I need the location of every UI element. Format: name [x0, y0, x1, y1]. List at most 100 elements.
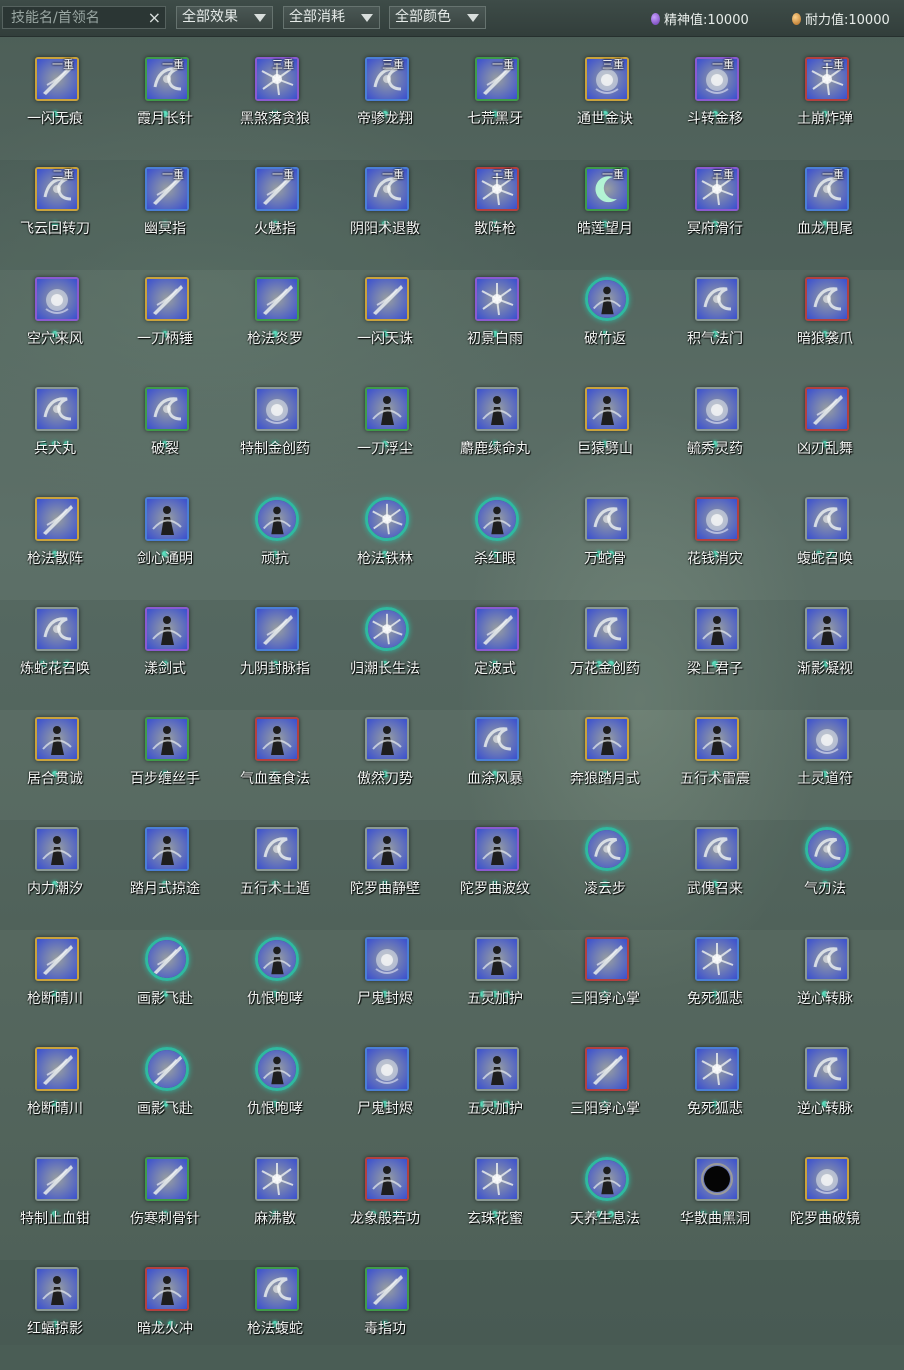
skill-cell[interactable]: 枪法散阵: [0, 490, 110, 600]
skill-cell[interactable]: 一重 皓莲望月: [550, 160, 660, 270]
skill-icon[interactable]: [145, 1157, 189, 1201]
skill-cell[interactable]: 五灵加护: [440, 1040, 550, 1150]
skill-icon[interactable]: [145, 607, 189, 651]
skill-icon[interactable]: [365, 387, 409, 431]
skill-icon[interactable]: [695, 717, 739, 761]
skill-icon[interactable]: [695, 607, 739, 651]
skill-icon[interactable]: [695, 387, 739, 431]
skill-cell[interactable]: 初景白雨: [440, 270, 550, 380]
skill-cell[interactable]: 五灵加护: [440, 930, 550, 1040]
skill-icon[interactable]: [35, 827, 79, 871]
skill-cell[interactable]: 逆心转脉: [770, 1040, 880, 1150]
skill-cell[interactable]: 兵犬丸: [0, 380, 110, 490]
skill-icon[interactable]: [475, 277, 519, 321]
skill-cell[interactable]: 空穴来风: [0, 270, 110, 380]
skill-icon[interactable]: [365, 1047, 409, 1091]
skill-icon[interactable]: [255, 937, 299, 981]
clear-icon[interactable]: ×: [148, 7, 161, 28]
skill-icon[interactable]: [365, 1267, 409, 1311]
skill-cell[interactable]: 三重 通世金诀: [550, 50, 660, 160]
skill-icon[interactable]: [805, 1047, 849, 1091]
skill-icon[interactable]: [255, 717, 299, 761]
skill-cell[interactable]: 武傀召来: [660, 820, 770, 930]
skill-icon[interactable]: [255, 497, 299, 541]
skill-cell[interactable]: 枪法铁林: [330, 490, 440, 600]
skill-icon[interactable]: [805, 607, 849, 651]
skill-cell[interactable]: 麻沸散: [220, 1150, 330, 1260]
skill-cell[interactable]: 万花金创药: [550, 600, 660, 710]
skill-icon[interactable]: [475, 717, 519, 761]
color-filter-dropdown[interactable]: 全部颜色: [389, 6, 486, 29]
skill-icon[interactable]: [805, 827, 849, 871]
skill-cell[interactable]: 一重 血龙甩尾: [770, 160, 880, 270]
skill-cell[interactable]: 特制止血钳: [0, 1150, 110, 1260]
skill-icon[interactable]: [35, 1047, 79, 1091]
skill-cell[interactable]: 一重 一闪无痕: [0, 50, 110, 160]
skill-icon[interactable]: [475, 1047, 519, 1091]
skill-icon[interactable]: [365, 497, 409, 541]
skill-cell[interactable]: 三阳穿心掌: [550, 930, 660, 1040]
skill-cell[interactable]: 百步缠丝手: [110, 710, 220, 820]
skill-icon[interactable]: [255, 827, 299, 871]
skill-cell[interactable]: 玄珠花蜜: [440, 1150, 550, 1260]
skill-icon[interactable]: [365, 827, 409, 871]
skill-cell[interactable]: 陀罗曲波纹: [440, 820, 550, 930]
skill-icon[interactable]: [585, 387, 629, 431]
skill-cell[interactable]: 气刃法: [770, 820, 880, 930]
skill-cell[interactable]: 枪法蝮蛇: [220, 1260, 330, 1370]
skill-cell[interactable]: 枪断晴川: [0, 930, 110, 1040]
skill-cell[interactable]: 毓秀灵药: [660, 380, 770, 490]
skill-cell[interactable]: 内力潮汐: [0, 820, 110, 930]
skill-icon[interactable]: [585, 607, 629, 651]
skill-cell[interactable]: 五行术雷震: [660, 710, 770, 820]
skill-icon[interactable]: [805, 497, 849, 541]
skill-cell[interactable]: 梁上君子: [660, 600, 770, 710]
skill-icon[interactable]: [475, 497, 519, 541]
skill-icon[interactable]: [585, 497, 629, 541]
skill-cell[interactable]: 炼蛇花召唤: [0, 600, 110, 710]
skill-cell[interactable]: 积气法门: [660, 270, 770, 380]
skill-icon[interactable]: [365, 717, 409, 761]
skill-cell[interactable]: 仇恨咆哮: [220, 1040, 330, 1150]
skill-icon[interactable]: [805, 1157, 849, 1201]
skill-icon[interactable]: [475, 1157, 519, 1201]
skill-icon[interactable]: [585, 827, 629, 871]
skill-cell[interactable]: 尸鬼封烬: [330, 930, 440, 1040]
skill-icon[interactable]: [475, 387, 519, 431]
skill-icon[interactable]: [145, 497, 189, 541]
skill-icon[interactable]: [35, 1157, 79, 1201]
skill-cell[interactable]: 免死狐悲: [660, 930, 770, 1040]
skill-icon[interactable]: [475, 937, 519, 981]
skill-cell[interactable]: 仇恨咆哮: [220, 930, 330, 1040]
skill-icon[interactable]: [365, 1157, 409, 1201]
skill-cell[interactable]: 奔狼踏月式: [550, 710, 660, 820]
skill-cell[interactable]: 一重 七荒黑牙: [440, 50, 550, 160]
skill-cell[interactable]: 一刀柄锤: [110, 270, 220, 380]
skill-cell[interactable]: 三重 冥府滑行: [660, 160, 770, 270]
skill-cell[interactable]: 画影飞赴: [110, 930, 220, 1040]
effect-filter-dropdown[interactable]: 全部效果: [176, 6, 273, 29]
skill-cell[interactable]: 陀罗曲静壁: [330, 820, 440, 930]
skill-icon[interactable]: [35, 277, 79, 321]
skill-cell[interactable]: 一重 阴阳术退散: [330, 160, 440, 270]
skill-cell[interactable]: 麝鹿续命丸: [440, 380, 550, 490]
skill-icon[interactable]: [805, 387, 849, 431]
search-input[interactable]: [3, 8, 143, 27]
skill-cell[interactable]: 华散曲黑洞: [660, 1150, 770, 1260]
skill-cell[interactable]: 免死狐悲: [660, 1040, 770, 1150]
skill-cell[interactable]: 一重 霞月长针: [110, 50, 220, 160]
skill-icon[interactable]: [365, 277, 409, 321]
skill-icon[interactable]: [695, 827, 739, 871]
skill-icon[interactable]: [35, 497, 79, 541]
skill-cell[interactable]: 顽抗: [220, 490, 330, 600]
skill-cell[interactable]: 一刀浮尘: [330, 380, 440, 490]
skill-cell[interactable]: 二重 土崩炸弹: [770, 50, 880, 160]
skill-icon[interactable]: [35, 387, 79, 431]
skill-icon[interactable]: [695, 1157, 739, 1201]
skill-cell[interactable]: 九阴封脉指: [220, 600, 330, 710]
skill-icon[interactable]: [695, 937, 739, 981]
skill-icon[interactable]: [695, 497, 739, 541]
skill-cell[interactable]: 枪断晴川: [0, 1040, 110, 1150]
skill-icon[interactable]: [255, 1267, 299, 1311]
skill-cell[interactable]: 漾剑式: [110, 600, 220, 710]
